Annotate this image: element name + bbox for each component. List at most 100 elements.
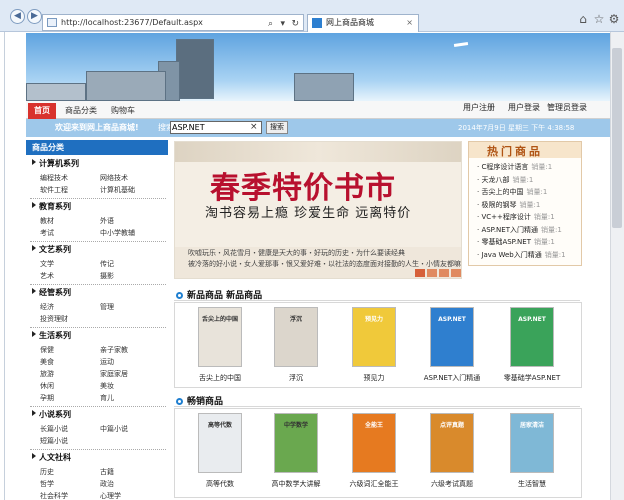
book-cover[interactable]: 全能王 (352, 413, 396, 473)
category-5[interactable]: 小说系列 (32, 409, 71, 420)
refresh-icon[interactable]: ↻ (291, 17, 299, 32)
category-0[interactable]: 计算机系列 (32, 158, 79, 169)
clear-icon[interactable]: × (250, 121, 258, 134)
product-title[interactable]: 高中数学大讲解 (259, 479, 333, 489)
category-link[interactable]: 心理学 (100, 491, 121, 500)
category-4[interactable]: 生活系列 (32, 330, 71, 341)
category-link[interactable]: 文学 (40, 259, 54, 269)
category-link[interactable]: 中篇小说 (100, 424, 128, 434)
book-cover[interactable]: 高等代数 (198, 413, 242, 473)
category-name: 生活系列 (39, 331, 71, 340)
product-title[interactable]: 零基础学ASP.NET (495, 373, 569, 383)
category-link[interactable]: 外语 (100, 216, 114, 226)
search-icon[interactable]: ⌕ (268, 17, 273, 32)
category-link[interactable]: 运动 (100, 357, 114, 367)
sold-label: 销量: (533, 238, 551, 246)
category-link[interactable]: 网络技术 (100, 173, 128, 183)
scrollbar-thumb[interactable] (612, 48, 622, 228)
category-1[interactable]: 教育系列 (32, 201, 71, 212)
category-link[interactable]: 摄影 (100, 271, 114, 281)
promo-subtitle: 淘书容易上瘾 珍爱生命 远离特价 (205, 206, 412, 221)
category-link[interactable]: 计算机基础 (100, 185, 135, 195)
category-link[interactable]: 短篇小说 (40, 436, 68, 446)
hot-item[interactable]: · C程序设计语言 销量:1 (477, 162, 552, 172)
category-link[interactable]: 保健 (40, 345, 54, 355)
category-link[interactable]: 经济 (40, 302, 54, 312)
address-bar[interactable]: http://localhost:23677/Default.aspx ⌕ ▾ … (42, 14, 304, 31)
hot-item[interactable]: · 极限的钢琴 销量:1 (477, 200, 540, 210)
category-6[interactable]: 人文社科 (32, 452, 71, 463)
product-title[interactable]: 六级词汇全能王 (337, 479, 411, 489)
hot-item[interactable]: · ASP.NET入门精通 销量:1 (477, 225, 562, 235)
tab-home[interactable]: 首页 (28, 103, 56, 119)
product-title[interactable]: 生活智慧 (495, 479, 569, 489)
category-link[interactable]: 考试 (40, 228, 54, 238)
search-button[interactable]: 搜索 (266, 121, 288, 134)
category-link[interactable]: 历史 (40, 467, 54, 477)
login-link[interactable]: 用户登录 (508, 101, 540, 115)
back-button[interactable]: ◀ (10, 9, 25, 24)
book-cover[interactable]: 舌尖上的中国 (198, 307, 242, 367)
search-input[interactable]: ASP.NET (170, 121, 262, 134)
browser-tab[interactable]: 网上商品商城 × (307, 14, 419, 32)
category-link[interactable]: 管理 (100, 302, 114, 312)
category-link[interactable]: 美食 (40, 357, 54, 367)
category-name: 小说系列 (39, 410, 71, 419)
category-link[interactable]: 政治 (100, 479, 114, 489)
sold-label: 销量: (544, 250, 562, 259)
product-title[interactable]: 六级考试真题 (415, 479, 489, 489)
category-link[interactable]: 家庭家居 (100, 369, 128, 379)
category-2[interactable]: 文艺系列 (32, 244, 71, 255)
settings-icon[interactable]: ⚙ (607, 12, 621, 26)
book-cover[interactable]: 点评真题 (430, 413, 474, 473)
category-link[interactable]: 美妆 (100, 381, 114, 391)
dropdown-icon[interactable]: ▾ (280, 17, 285, 32)
category-link[interactable]: 传记 (100, 259, 114, 269)
forward-button[interactable]: ▶ (27, 9, 42, 24)
tab-cart[interactable]: 购物车 (106, 103, 140, 119)
category-link[interactable]: 软件工程 (40, 185, 68, 195)
favorites-icon[interactable]: ☆ (592, 12, 606, 26)
category-link[interactable]: 古籍 (100, 467, 114, 477)
tab-title: 网上商品商城 (326, 18, 374, 27)
home-icon[interactable]: ⌂ (576, 12, 590, 26)
product-title[interactable]: ASP.NET入门精通 (415, 373, 489, 383)
product-title[interactable]: 预见力 (337, 373, 411, 383)
register-link[interactable]: 用户注册 (463, 101, 495, 115)
product-title[interactable]: 浮沉 (259, 373, 333, 383)
category-link[interactable]: 哲学 (40, 479, 54, 489)
category-3[interactable]: 经管系列 (32, 287, 71, 298)
product-title[interactable]: 舌尖上的中国 (183, 373, 257, 383)
category-link[interactable]: 艺术 (40, 271, 54, 281)
category-link[interactable]: 休闲 (40, 381, 54, 391)
divider (174, 300, 580, 301)
category-link[interactable]: 投资理财 (40, 314, 68, 324)
category-link[interactable]: 孕期 (40, 393, 54, 403)
close-tab-icon[interactable]: × (406, 15, 413, 31)
category-link[interactable]: 育儿 (100, 393, 114, 403)
sold-count: 1 (561, 250, 566, 259)
admin-login-link[interactable]: 管理员登录 (547, 101, 587, 115)
book-cover[interactable]: ASP.NET (430, 307, 474, 367)
category-link[interactable]: 教材 (40, 216, 54, 226)
hot-item[interactable]: · 天龙八部 销量:1 (477, 175, 533, 185)
tab-categories[interactable]: 商品分类 (60, 103, 102, 119)
book-cover[interactable]: 浮沉 (274, 307, 318, 367)
book-cover[interactable]: 中学数学 (274, 413, 318, 473)
hot-item[interactable]: · Java Web入门精通 销量:1 (477, 250, 566, 260)
book-cover[interactable]: ASP.NET (510, 307, 554, 367)
category-link[interactable]: 中小学教辅 (100, 228, 135, 238)
category-link[interactable]: 旅游 (40, 369, 54, 379)
book-cover[interactable]: 预见力 (352, 307, 396, 367)
url-text: http://localhost:23677/Default.aspx (61, 18, 203, 27)
category-link[interactable]: 编程技术 (40, 173, 68, 183)
promo-pager[interactable] (415, 269, 461, 277)
hot-item[interactable]: · VC++程序设计 销量:1 (477, 212, 555, 222)
category-link[interactable]: 长篇小说 (40, 424, 68, 434)
category-link[interactable]: 亲子家教 (100, 345, 128, 355)
hot-item[interactable]: · 零基础ASP.NET 销量:1 (477, 237, 555, 247)
category-link[interactable]: 社会科学 (40, 491, 68, 500)
hot-item[interactable]: · 舌尖上的中国 销量:1 (477, 187, 547, 197)
product-title[interactable]: 高等代数 (183, 479, 257, 489)
book-cover[interactable]: 居家清洁 (510, 413, 554, 473)
